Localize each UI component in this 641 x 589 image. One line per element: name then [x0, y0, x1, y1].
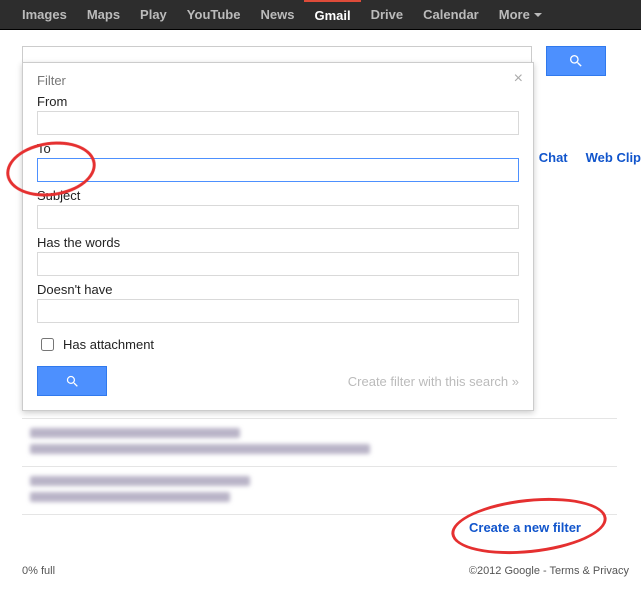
to-input[interactable]: [37, 158, 519, 182]
filter-panel: × Filter From To Subject Has the words D…: [22, 62, 534, 411]
copyright: ©2012 Google -: [469, 565, 550, 577]
to-label: To: [37, 141, 519, 156]
list-item: [30, 428, 615, 454]
nav-youtube[interactable]: YouTube: [177, 0, 251, 29]
terms-privacy-link[interactable]: Terms & Privacy: [550, 565, 629, 577]
chevron-down-icon: [534, 13, 542, 17]
tab-webclips[interactable]: Web Clip: [586, 150, 641, 165]
search-button[interactable]: [546, 46, 606, 76]
create-filter-with-search-link[interactable]: Create filter with this search »: [348, 374, 519, 389]
nav-play[interactable]: Play: [130, 0, 177, 29]
tab-chat[interactable]: Chat: [539, 150, 568, 165]
nav-gmail[interactable]: Gmail: [304, 0, 360, 29]
doesnthave-label: Doesn't have: [37, 282, 519, 297]
subject-input[interactable]: [37, 205, 519, 229]
list-item: [30, 476, 615, 502]
nav-calendar[interactable]: Calendar: [413, 0, 489, 29]
search-icon: [65, 374, 80, 389]
nav-more-label: More: [499, 7, 530, 22]
subject-label: Subject: [37, 188, 519, 203]
nav-drive[interactable]: Drive: [361, 0, 414, 29]
from-field: From: [37, 94, 519, 135]
search-icon: [568, 53, 584, 69]
filter-actions: Create filter with this search »: [37, 366, 519, 396]
nav-maps[interactable]: Maps: [77, 0, 130, 29]
create-new-filter-link[interactable]: Create a new filter: [469, 520, 581, 535]
to-field: To: [37, 141, 519, 182]
close-icon[interactable]: ×: [514, 71, 523, 87]
haswords-field: Has the words: [37, 235, 519, 276]
storage-status: 0% full: [22, 565, 55, 577]
from-input[interactable]: [37, 111, 519, 135]
doesnthave-field: Doesn't have: [37, 282, 519, 323]
footer: 0% full ©2012 Google - Terms & Privacy: [22, 565, 629, 577]
filter-search-button[interactable]: [37, 366, 107, 396]
right-tabs: Chat Web Clip: [539, 150, 641, 165]
nav-more[interactable]: More: [489, 0, 552, 29]
subject-field: Subject: [37, 188, 519, 229]
attachment-row: Has attachment: [37, 335, 519, 354]
filter-title: Filter: [37, 73, 519, 88]
haswords-label: Has the words: [37, 235, 519, 250]
from-label: From: [37, 94, 519, 109]
nav-images[interactable]: Images: [12, 0, 77, 29]
footer-right: ©2012 Google - Terms & Privacy: [469, 565, 629, 577]
attachment-label: Has attachment: [63, 337, 154, 352]
google-topnav: Images Maps Play YouTube News Gmail Driv…: [0, 0, 641, 30]
doesnthave-input[interactable]: [37, 299, 519, 323]
attachment-checkbox[interactable]: [41, 338, 54, 351]
nav-news[interactable]: News: [250, 0, 304, 29]
haswords-input[interactable]: [37, 252, 519, 276]
